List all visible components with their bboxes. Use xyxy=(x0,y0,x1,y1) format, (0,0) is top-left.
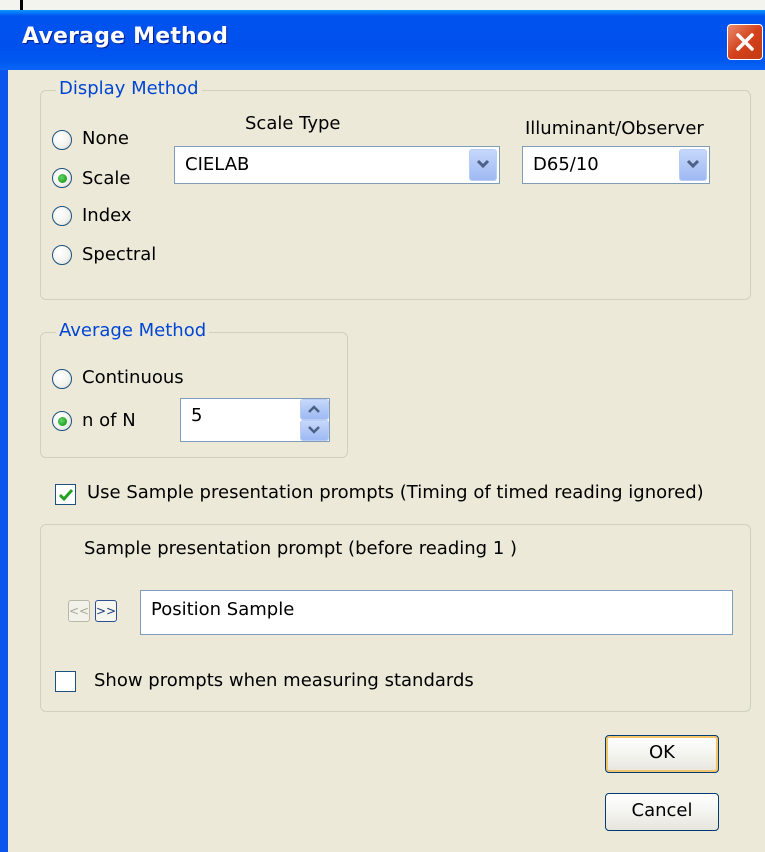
ok-button[interactable]: OK xyxy=(605,735,719,773)
show-standards-checkbox[interactable] xyxy=(55,671,76,692)
chevron-up-icon xyxy=(308,405,320,413)
cancel-button[interactable]: Cancel xyxy=(605,793,719,831)
scale-type-dropdown-button[interactable] xyxy=(469,149,497,181)
ok-button-label: OK xyxy=(649,742,675,763)
prompt-text-value: Position Sample xyxy=(151,599,295,620)
spin-down-button[interactable] xyxy=(300,420,329,441)
radio-n-of-n[interactable] xyxy=(52,411,72,431)
next-prompt-button[interactable]: >> xyxy=(95,600,117,622)
radio-continuous[interactable] xyxy=(52,369,72,389)
radio-n-of-n-label: n of N xyxy=(82,410,136,431)
illuminant-select[interactable]: D65/10 xyxy=(522,146,710,184)
window-title: Average Method xyxy=(22,24,229,49)
chevron-down-icon xyxy=(476,159,490,169)
radio-none[interactable] xyxy=(52,130,72,150)
average-method-legend: Average Method xyxy=(56,320,210,341)
spin-up-button[interactable] xyxy=(300,399,329,420)
use-prompts-label: Use Sample presentation prompts (Timing … xyxy=(87,482,704,503)
scale-type-select[interactable]: CIELAB xyxy=(174,146,500,184)
display-method-legend: Display Method xyxy=(56,78,202,99)
radio-scale-label: Scale xyxy=(82,168,131,189)
checkmark-icon xyxy=(58,489,74,502)
illuminant-label: Illuminant/Observer xyxy=(525,118,704,139)
chevron-down-icon xyxy=(686,159,700,169)
radio-continuous-label: Continuous xyxy=(82,367,184,388)
radio-spectral-label: Spectral xyxy=(82,244,157,265)
close-button[interactable] xyxy=(727,24,763,60)
radio-spectral[interactable] xyxy=(52,245,72,265)
use-prompts-checkbox[interactable] xyxy=(55,484,76,505)
show-standards-label: Show prompts when measuring standards xyxy=(94,670,474,691)
scale-type-value: CIELAB xyxy=(185,154,250,175)
illuminant-dropdown-button[interactable] xyxy=(679,149,707,181)
prompt-text-input[interactable]: Position Sample xyxy=(140,590,733,635)
close-icon xyxy=(736,33,754,51)
prompt-caption: Sample presentation prompt (before readi… xyxy=(84,538,518,559)
background-strip xyxy=(0,0,765,10)
radio-index[interactable] xyxy=(52,206,72,226)
radio-scale[interactable] xyxy=(52,168,72,188)
radio-index-label: Index xyxy=(82,205,132,226)
radio-none-label: None xyxy=(82,128,129,149)
illuminant-value: D65/10 xyxy=(533,154,599,175)
n-value: 5 xyxy=(191,405,203,426)
cancel-button-label: Cancel xyxy=(631,800,693,821)
previous-prompt-button[interactable]: << xyxy=(68,600,90,622)
scale-type-label: Scale Type xyxy=(245,113,341,134)
chevron-down-icon xyxy=(308,426,320,434)
